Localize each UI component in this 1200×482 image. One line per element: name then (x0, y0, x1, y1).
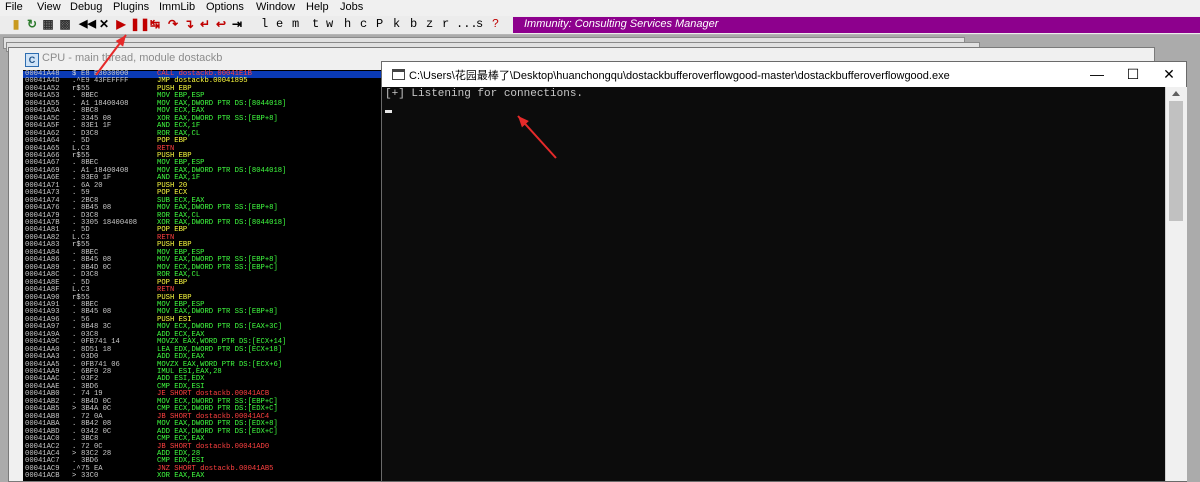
toolbar-windows-button[interactable]: w (326, 17, 333, 32)
minimize-button[interactable]: — (1082, 65, 1112, 83)
pause-icon[interactable]: ❚❚ (130, 17, 150, 32)
close-button[interactable]: ✕ (1154, 65, 1184, 83)
disassembly-row[interactable]: 00041AAC. 03F2 ADD ESI,EDX (23, 376, 385, 384)
disassembly-row[interactable]: 00041A6E. 83E0 1F AND EAX,1F (23, 174, 385, 182)
toolbar-cpu-button[interactable]: c (360, 17, 367, 32)
toolbar-patches-button[interactable]: P (376, 17, 383, 32)
run-icon[interactable]: ▶ (115, 17, 127, 32)
toolbar-references-button[interactable]: z (426, 17, 433, 32)
console-icon (392, 69, 405, 80)
rewind-icon[interactable]: ◀◀ (79, 17, 96, 32)
toolbar-log-button[interactable]: l (261, 17, 268, 32)
disassembly-row[interactable]: 00041AC4 >83C2 28 ADD EDX,28 (23, 450, 385, 458)
trace-over-icon[interactable]: ↵ (198, 17, 212, 32)
disassembly-row[interactable]: 00041A90 r$ 55 PUSH EBP (23, 294, 385, 302)
cpu-window-title: CPU - main thread, module dostackb (42, 52, 223, 64)
menu-jobs[interactable]: Jobs (340, 1, 363, 13)
disassembly-row[interactable]: 00041A89. 8B4D 0C MOV ECX,DWORD PTR SS:[EB… (23, 264, 385, 272)
disassembly-row[interactable]: 00041A71. 6A 20 PUSH 20 (23, 182, 385, 190)
menu-immlib[interactable]: ImmLib (159, 1, 195, 13)
scrollbar-thumb[interactable] (1169, 101, 1183, 221)
menu-plugins[interactable]: Plugins (113, 1, 149, 13)
disassembly-row[interactable]: 00041AC9 .^ 75 EA JNZ SHORT dostackb.00041A… (23, 465, 385, 473)
console-title: C:\Users\花园最棒了\Desktop\huanchongqu\dosta… (409, 70, 950, 82)
open-icon[interactable]: ▮ (10, 17, 22, 32)
menu-debug[interactable]: Debug (70, 1, 102, 13)
disassembly-pane[interactable]: 00041A48 $ E8 E3030000 CALL dostackb.00041E… (23, 70, 385, 481)
execute-till-return-icon[interactable]: ↩ (214, 17, 228, 32)
disassembly-row[interactable]: 00041A73. 59 POP ECX (23, 189, 385, 197)
console-output-line: [+] Listening for connections. (385, 88, 584, 100)
disassembly-row[interactable]: 00041AC2. 72 0C JB SHORT dostackb.00041AD0 (23, 443, 385, 451)
disassembly-row[interactable]: 00041A52 r$ 55 PUSH EBP (23, 85, 385, 93)
toolbar-breakpoints-button[interactable]: b (410, 17, 417, 32)
toolbar-memory-map-button[interactable]: m (292, 17, 299, 32)
disassembly-row[interactable]: 00041AA0. 8D51 18 LEA EDX,DWORD PTR DS:[EC… (23, 346, 385, 354)
menu-options[interactable]: Options (206, 1, 244, 13)
go-to-icon[interactable]: ⇥ (230, 17, 244, 32)
console-cursor (385, 110, 392, 113)
maximize-button[interactable]: ☐ (1118, 65, 1148, 83)
disassembly-row[interactable]: 00041ABD. 0342 0C ADD EAX,DWORD PTR DS:[ED… (23, 428, 385, 436)
disassembly-row[interactable]: 00041AA9. 6BF0 28 IMUL ESI,EAX,28 (23, 368, 385, 376)
toolbar-source-button[interactable]: s (476, 17, 483, 32)
disassembly-row[interactable]: 00041A62. D3C8 ROR EAX,CL (23, 130, 385, 138)
disassembly-row[interactable]: 00041A97. 8B48 3C MOV ECX,DWORD PTR DS:[EA… (23, 323, 385, 331)
disassembly-row[interactable]: 00041A55. A1 18400408 MOV EAX,DWORD PTR DS… (23, 100, 385, 108)
disassembly-row[interactable]: 00041A8C. D3C8 ROR EAX,CL (23, 271, 385, 279)
console-output[interactable]: [+] Listening for connections. (382, 87, 1165, 481)
disassembly-row[interactable]: 00041A5F. 83E1 1F AND ECX,1F (23, 122, 385, 130)
disassembly-row[interactable]: 00041A76. 8B45 08 MOV EAX,DWORD PTR SS:[EB… (23, 204, 385, 212)
step-into-icon[interactable]: ↹ (148, 17, 162, 32)
restart-icon[interactable]: ↻ (25, 17, 39, 32)
trace-into-icon[interactable]: ↴ (182, 17, 196, 32)
close-program-icon[interactable]: ▦ (42, 17, 54, 32)
consulting-banner: Immunity: Consulting Services Manager (513, 17, 1200, 33)
disassembly-row[interactable]: 00041A83 r$ 55 PUSH EBP (23, 241, 385, 249)
console-scrollbar[interactable] (1165, 87, 1187, 481)
toolbar-threads-button[interactable]: t (312, 17, 319, 32)
disassembly-row[interactable]: 00041A5C. 3345 08 XOR EAX,DWORD PTR SS:[EB… (23, 115, 385, 123)
toolbar-run-trace-button[interactable]: r (442, 17, 449, 32)
toolbar-executable-modules-button[interactable]: e (276, 17, 283, 32)
menu-view[interactable]: View (37, 1, 61, 13)
toolbar-more-button[interactable]: ... (456, 17, 478, 32)
disassembly-row[interactable]: 00041A93. 8B45 08 MOV EAX,DWORD PTR SS:[EB… (23, 308, 385, 316)
banner-text: Immunity: Consulting Services Manager (524, 18, 719, 30)
toolbar-handles-button[interactable]: h (344, 17, 351, 32)
console-window[interactable]: C:\Users\花园最棒了\Desktop\huanchongqu\dosta… (381, 61, 1187, 482)
cpu-window-icon: C (25, 53, 39, 67)
menu-bar: File View Debug Plugins ImmLib Options W… (0, 0, 1200, 16)
scroll-up-icon[interactable] (1172, 91, 1180, 96)
menu-window[interactable]: Window (256, 1, 295, 13)
disassembly-row[interactable]: 00041A7B. 3305 18400408 XOR EAX,DWORD PTR … (23, 219, 385, 227)
window-icon[interactable]: ▩ (58, 17, 72, 32)
close-icon[interactable]: ✕ (98, 17, 110, 32)
disassembly-row[interactable]: 00041A66 r$ 55 PUSH EBP (23, 152, 385, 160)
toolbar-call-stack-button[interactable]: k (393, 17, 400, 32)
console-titlebar[interactable]: C:\Users\花园最棒了\Desktop\huanchongqu\dosta… (382, 62, 1186, 87)
step-over-icon[interactable]: ↷ (166, 17, 180, 32)
menu-help[interactable]: Help (306, 1, 329, 13)
disassembly-row[interactable]: 00041A69. A1 18400408 MOV EAX,DWORD PTR DS… (23, 167, 385, 175)
menu-file[interactable]: File (5, 1, 23, 13)
toolbar-help-button[interactable]: ? (492, 17, 499, 32)
